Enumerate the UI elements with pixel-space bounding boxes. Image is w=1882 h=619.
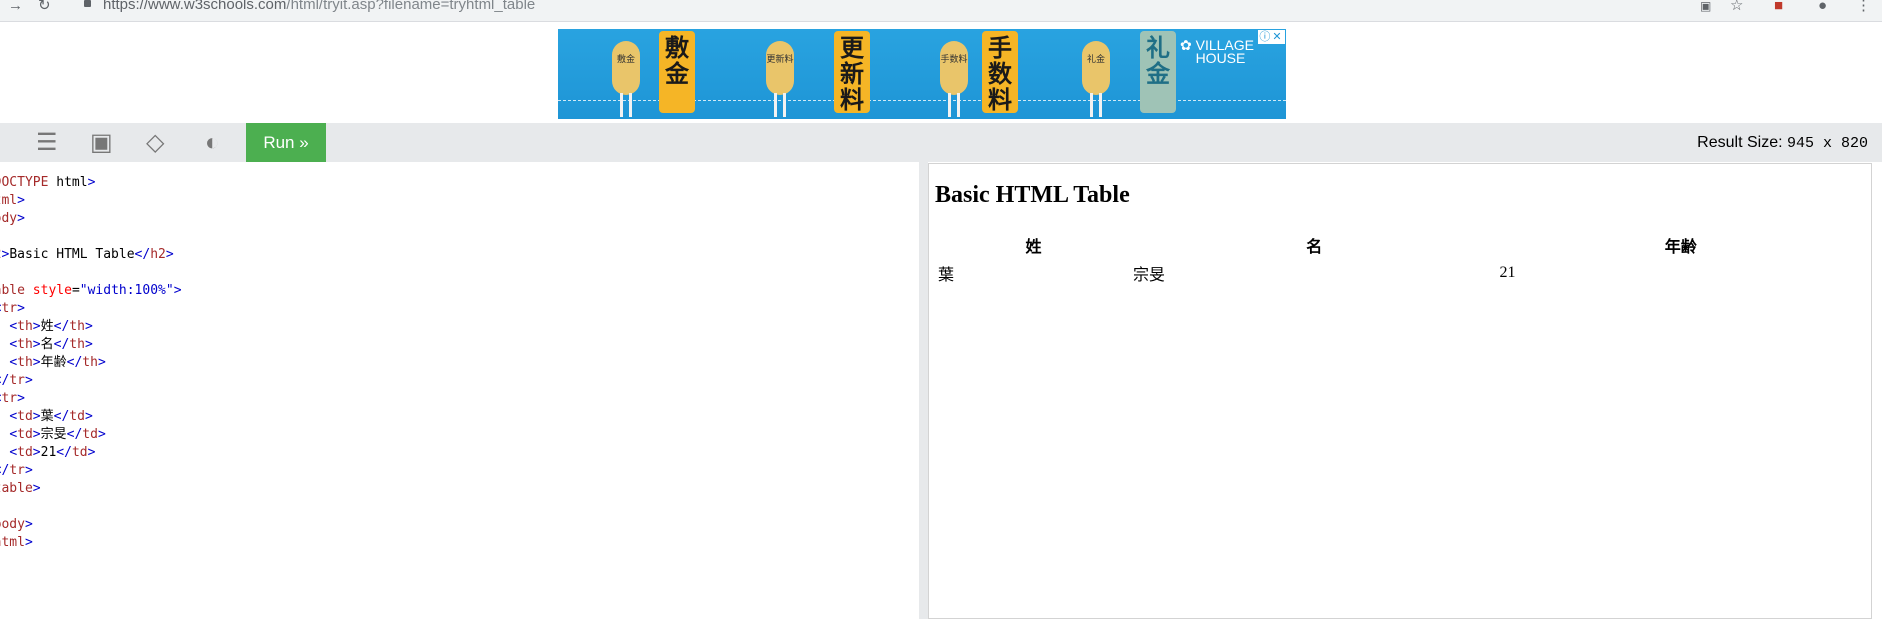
code-editor[interactable]: <!DOCTYPE html><html><body> <h2>Basic HT… (0, 162, 919, 619)
result-table: 姓 名 年齢 葉 宗旻 21 (935, 230, 1865, 288)
ad-logo: ✿ VILLAGE HOUSE (1180, 37, 1254, 66)
table-header-cell: 年齢 (1664, 239, 1697, 256)
code-line[interactable]: <td>葉</td> (0, 408, 182, 426)
editor-toolbar: ⌂ ☰ ▣ ◇ ◐ Run » Result Size: 945 x 820 (0, 123, 1882, 162)
ad-close-icon[interactable]: ⓘ✕ (1258, 30, 1285, 44)
code-text[interactable]: <!DOCTYPE html><html><body> <h2>Basic HT… (0, 174, 182, 552)
ad-label-box: 更新料 (834, 31, 870, 113)
forward-icon[interactable]: → (8, 0, 23, 14)
ad-figure-3: 手数料 (940, 41, 968, 95)
ad-label-box: 手数料 (982, 31, 1018, 113)
menu-icon[interactable]: ☰ (36, 123, 58, 162)
code-line[interactable]: </tr> (0, 462, 182, 480)
lock-icon (84, 0, 91, 7)
ad-label-box: 礼金 (1140, 31, 1176, 113)
star-icon[interactable]: ☆ (1730, 0, 1743, 14)
code-line[interactable]: </table> (0, 480, 182, 498)
table-cell: 21 (1499, 264, 1516, 281)
code-line[interactable] (0, 498, 182, 516)
code-line[interactable]: <html> (0, 192, 182, 210)
result-size: Result Size: 945 x 820 (1697, 123, 1868, 163)
ad-figure-legs (774, 93, 786, 117)
code-line[interactable]: <tr> (0, 390, 182, 408)
ad-figure-legs (1090, 93, 1102, 117)
profile-avatar-icon[interactable]: ● (1818, 0, 1827, 14)
code-line[interactable]: <th>名</th> (0, 336, 182, 354)
table-header-cell: 名 (1306, 239, 1323, 256)
code-line[interactable] (0, 228, 182, 246)
table-cell: 葉 (938, 267, 955, 284)
code-line[interactable] (0, 264, 182, 282)
code-line[interactable]: <table style="width:100%"> (0, 282, 182, 300)
ad-figure-1: 敷金 (612, 41, 640, 95)
code-line[interactable]: <th>姓</th> (0, 318, 182, 336)
code-line[interactable]: <!DOCTYPE html> (0, 174, 182, 192)
url-text[interactable]: https://www.w3schools.com/html/tryit.asp… (103, 0, 535, 13)
result-size-value: 945 x 820 (1786, 135, 1868, 152)
translate-icon[interactable]: ▣ (1700, 0, 1711, 14)
code-line[interactable]: <h2>Basic HTML Table</h2> (0, 246, 182, 264)
more-menu-icon[interactable]: ⋮ (1856, 0, 1871, 14)
ad-figure-label: 敷金 (616, 55, 635, 65)
code-line[interactable]: <td>宗旻</td> (0, 426, 182, 444)
code-line[interactable]: </body> (0, 516, 182, 534)
result-size-label: Result Size: (1697, 134, 1787, 151)
table-row: 葉 宗旻 21 (937, 260, 1863, 286)
ad-figure-label: 手数料 (940, 55, 968, 65)
code-line[interactable]: <th>年齢</th> (0, 354, 182, 372)
ad-figure-2: 更新料 (766, 41, 794, 95)
reload-icon[interactable]: ↻ (38, 0, 51, 14)
ad-figure-label: 更新料 (766, 55, 794, 65)
code-line[interactable]: </html> (0, 534, 182, 552)
result-heading: Basic HTML Table (935, 182, 1130, 208)
ad-figure-label: 礼金 (1086, 55, 1105, 65)
ad-logo-line2: HOUSE (1195, 50, 1246, 66)
code-line[interactable]: <body> (0, 210, 182, 228)
browser-toolbar: → ↻ https://www.w3schools.com/html/tryit… (0, 0, 1882, 22)
table-header-cell: 姓 (1025, 239, 1042, 256)
panel-divider[interactable] (919, 162, 928, 619)
table-cell: 宗旻 (1133, 267, 1166, 284)
url-path: /html/tryit.asp?filename=tryhtml_table (286, 0, 536, 13)
ad-figure-4: 礼金 (1082, 41, 1110, 95)
run-button[interactable]: Run » (246, 123, 326, 162)
ad-figure-legs (620, 93, 632, 117)
ad-figure-legs (948, 93, 960, 117)
table-header-row: 姓 名 年齢 (937, 232, 1863, 258)
result-frame: Basic HTML Table 姓 名 年齢 葉 宗旻 21 (928, 163, 1872, 619)
advertisement-banner[interactable]: 敷金 敷金 更新料 更新料 手数料 手数料 礼金 礼金 ✿ VILLAGE HO… (558, 29, 1286, 119)
rotate-icon[interactable]: ◇ (146, 123, 164, 162)
save-icon[interactable]: ▣ (90, 123, 113, 162)
code-line[interactable]: <tr> (0, 300, 182, 318)
contrast-icon[interactable]: ◐ (205, 123, 220, 162)
ad-label-box: 敷金 (659, 31, 695, 113)
code-line[interactable]: <td>21</td> (0, 444, 182, 462)
code-line[interactable]: </tr> (0, 372, 182, 390)
pdf-extension-icon[interactable]: ■ (1774, 0, 1783, 14)
url-domain: https://www.w3schools.com (103, 0, 287, 13)
